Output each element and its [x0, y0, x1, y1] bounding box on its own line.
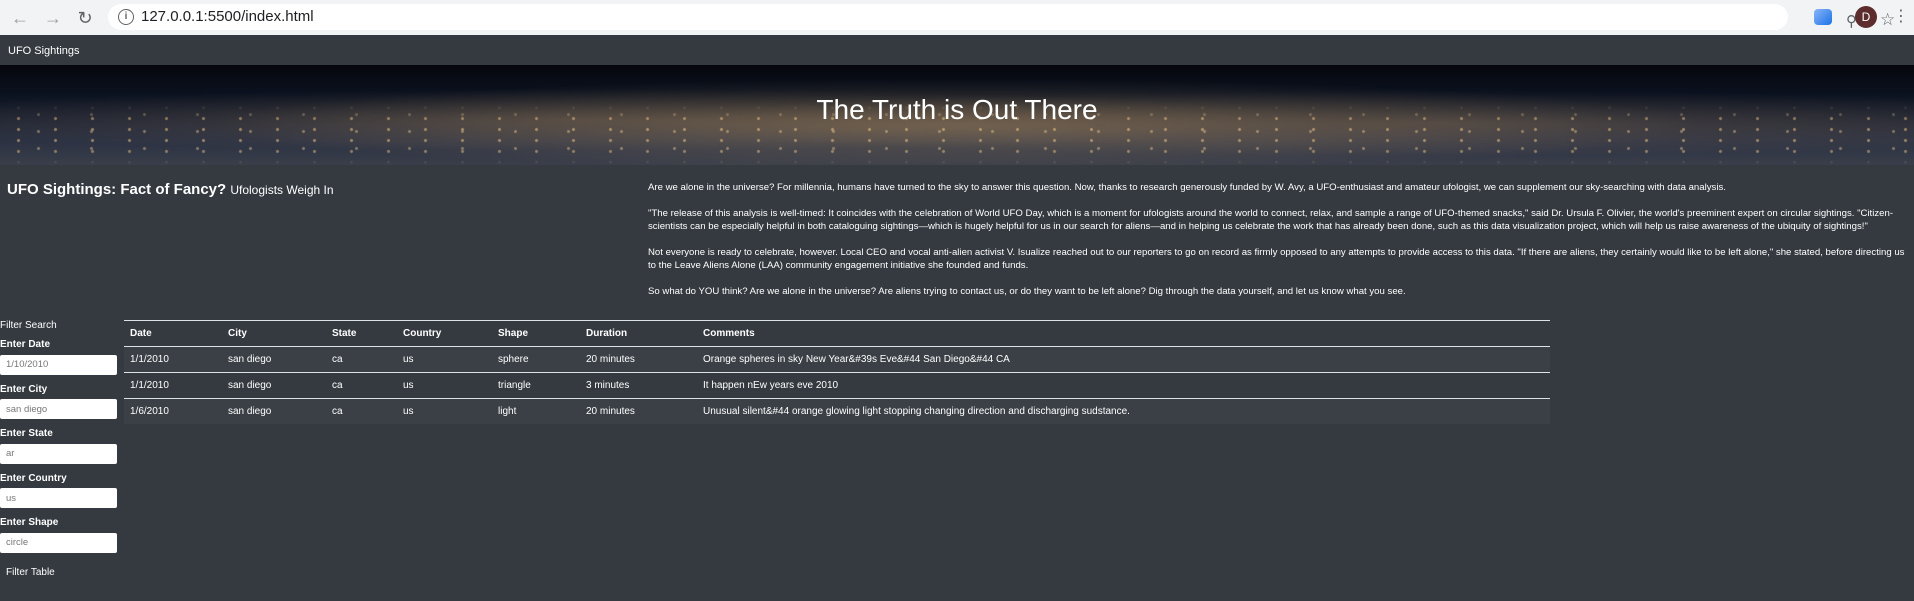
- article-paragraph: "The release of this analysis is well-ti…: [648, 207, 1894, 233]
- cell-country: us: [397, 398, 492, 424]
- article-body: Are we alone in the universe? For millen…: [648, 181, 1910, 310]
- cell-duration: 3 minutes: [580, 372, 697, 399]
- table-header-row: Date City State Country Shape Duration C…: [124, 320, 1550, 347]
- forward-arrow-icon[interactable]: →: [43, 8, 63, 28]
- article-paragraph: So what do YOU think? Are we alone in th…: [648, 285, 1406, 297]
- header-date: Date: [124, 320, 222, 347]
- cell-shape: light: [492, 398, 580, 424]
- cell-state: ca: [326, 398, 397, 424]
- country-label: Enter Country: [0, 472, 67, 484]
- browser-toolbar: ← → ↻ i 127.0.0.1:5500/index.html ⚲ ☆ D …: [0, 0, 1914, 35]
- hero-banner: The Truth is Out There: [0, 65, 1914, 165]
- article-paragraph: Are we alone in the universe? For millen…: [648, 182, 1726, 193]
- cell-date: 1/1/2010: [124, 346, 222, 373]
- info-icon[interactable]: i: [118, 9, 134, 25]
- cell-country: us: [397, 372, 492, 399]
- cell-state: ca: [326, 346, 397, 373]
- article-title-main: UFO Sightings: Fact of Fancy?: [7, 181, 227, 198]
- country-input[interactable]: [0, 488, 117, 508]
- back-arrow-icon[interactable]: ←: [10, 8, 30, 28]
- cell-city: san diego: [222, 346, 326, 373]
- cell-comments: Orange spheres in sky New Year&#39s Eve&…: [697, 346, 1550, 373]
- header-state: State: [326, 320, 397, 347]
- navbar-brand[interactable]: UFO Sightings: [8, 45, 80, 57]
- cell-country: us: [397, 346, 492, 373]
- date-label: Enter Date: [0, 339, 51, 350]
- cell-shape: triangle: [492, 372, 580, 399]
- header-duration: Duration: [580, 320, 697, 347]
- avatar[interactable]: D: [1855, 6, 1877, 28]
- table-row: 1/1/2010 san diego ca us triangle 3 minu…: [124, 372, 1550, 399]
- article-subtitle: Ufologists Weigh In: [230, 183, 334, 197]
- reload-icon[interactable]: ↻: [75, 8, 95, 28]
- header-city: City: [222, 320, 326, 347]
- date-input[interactable]: [0, 354, 117, 375]
- filter-title: Filter Search: [0, 320, 57, 331]
- header-comments: Comments: [697, 320, 1550, 347]
- address-bar[interactable]: i 127.0.0.1:5500/index.html ⚲ ☆: [108, 4, 1895, 30]
- url-text[interactable]: 127.0.0.1:5500/index.html: [141, 8, 314, 25]
- table-row: 1/6/2010 san diego ca us light 20 minute…: [124, 398, 1550, 424]
- shape-input[interactable]: [0, 532, 117, 553]
- cell-duration: 20 minutes: [580, 346, 697, 373]
- hero-title: The Truth is Out There: [816, 94, 1098, 125]
- article-paragraph: Not everyone is ready to celebrate, howe…: [648, 246, 1905, 272]
- header-shape: Shape: [492, 320, 580, 347]
- cell-state: ca: [326, 372, 397, 399]
- filter-panel: Filter Search Enter Date Enter City Ente…: [0, 320, 120, 580]
- cell-comments: Unusual silent&#44 orange glowing light …: [697, 398, 1550, 424]
- navbar: UFO Sightings: [0, 35, 1914, 66]
- cell-comments: It happen nEw years eve 2010: [697, 372, 1550, 399]
- shape-label: Enter Shape: [0, 517, 59, 528]
- cell-duration: 20 minutes: [580, 398, 697, 424]
- filter-table-button[interactable]: Filter Table: [6, 567, 55, 578]
- cell-city: san diego: [222, 398, 326, 424]
- cell-date: 1/1/2010: [124, 372, 222, 399]
- article-title: UFO Sightings: Fact of Fancy? Ufologists…: [7, 181, 334, 198]
- state-input[interactable]: [0, 443, 117, 464]
- city-input[interactable]: [0, 399, 117, 419]
- ufo-table: Date City State Country Shape Duration C…: [124, 320, 1550, 424]
- cell-date: 1/6/2010: [124, 398, 222, 424]
- cell-city: san diego: [222, 372, 326, 399]
- extension-icon[interactable]: [1814, 9, 1832, 25]
- menu-icon[interactable]: ⋮: [1893, 6, 1909, 26]
- header-country: Country: [397, 320, 492, 347]
- city-label: Enter City: [0, 383, 48, 395]
- state-label: Enter State: [0, 428, 53, 439]
- cell-shape: sphere: [492, 346, 580, 373]
- table-row: 1/1/2010 san diego ca us sphere 20 minut…: [124, 346, 1550, 373]
